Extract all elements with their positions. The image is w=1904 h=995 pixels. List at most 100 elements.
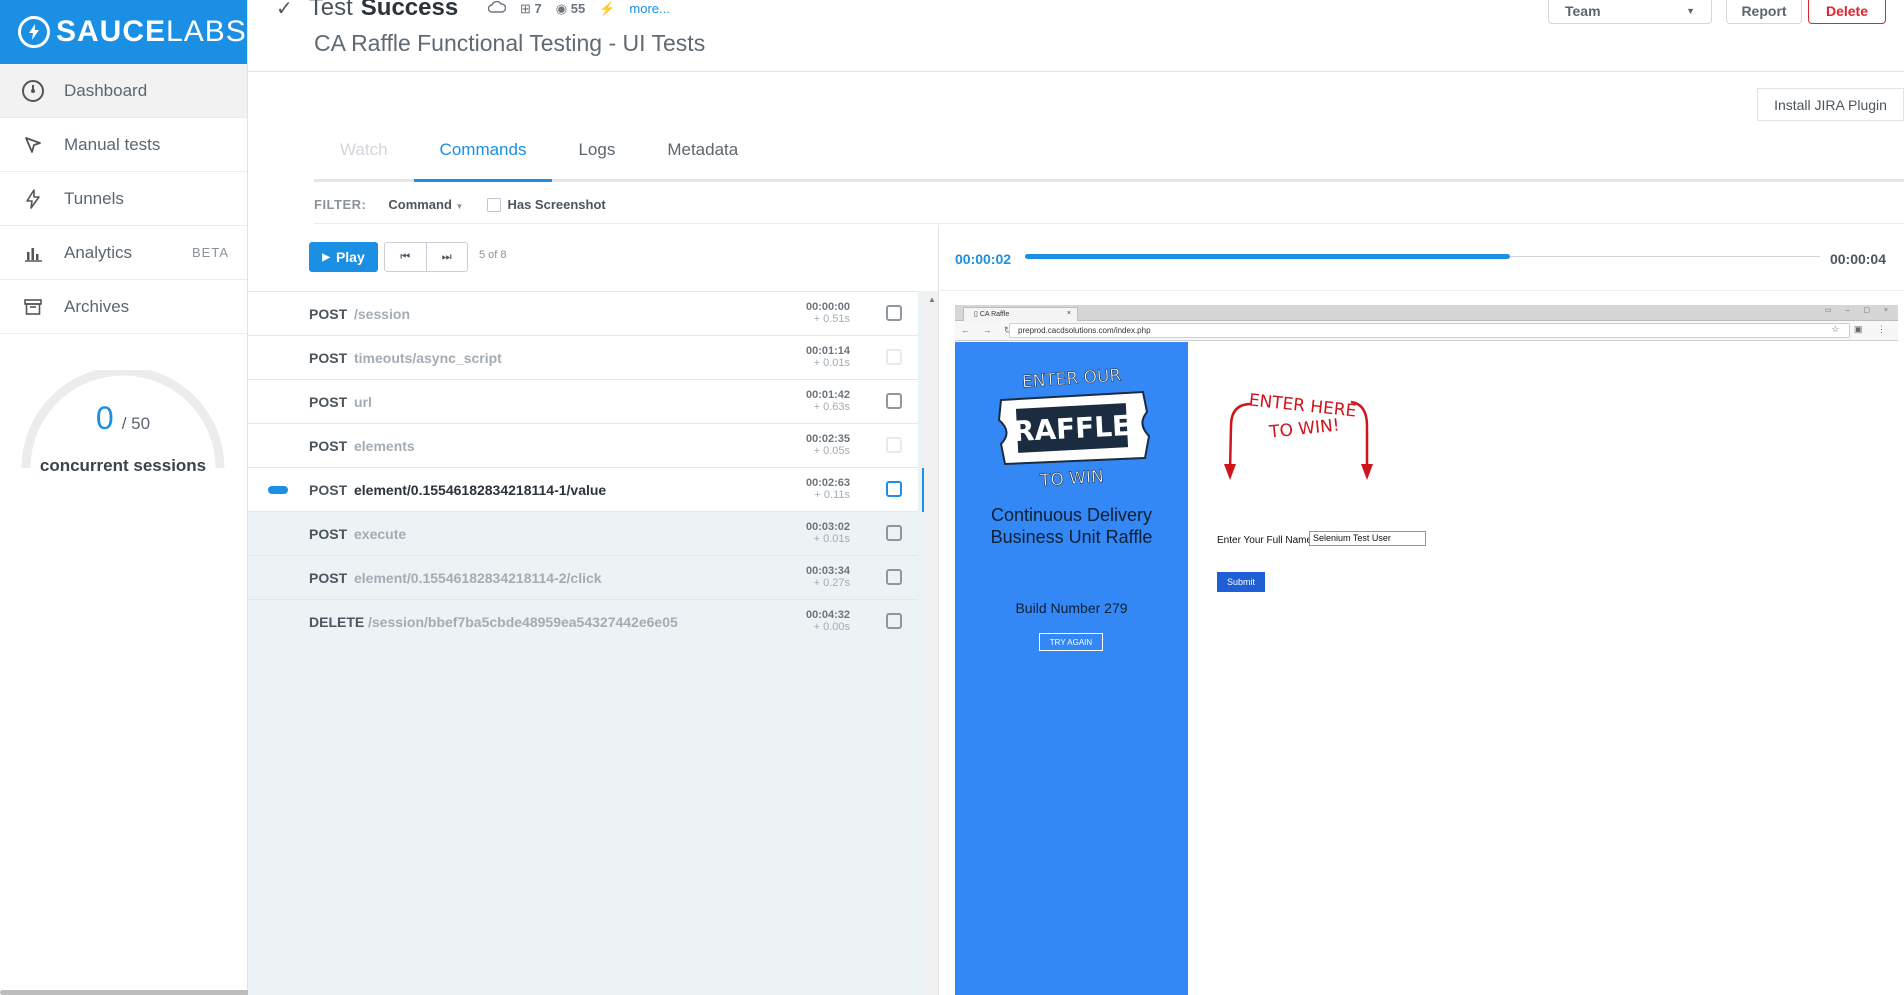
command-row[interactable]: POST execute 00:03:02 + 0.01s	[248, 511, 918, 555]
command-method: POST	[309, 306, 348, 322]
command-method: POST	[309, 482, 348, 498]
command-path: element/0.15546182834218114-1/value	[354, 482, 607, 498]
command-path: url	[354, 394, 372, 410]
command-row[interactable]: POST element/0.15546182834218114-1/value 0…	[248, 467, 926, 512]
star-icon: ☆ ▣ ⋮	[1831, 324, 1892, 334]
team-dropdown[interactable]: Team ▼	[1548, 0, 1712, 24]
command-filter-dropdown[interactable]: Command ▼	[388, 197, 463, 212]
tab-commands[interactable]: Commands	[413, 130, 553, 182]
beta-badge: BETA	[192, 245, 229, 260]
sidebar-item-dashboard[interactable]: Dashboard	[0, 64, 247, 118]
sidebar-item-analytics[interactable]: Analytics BETA	[0, 226, 247, 280]
command-list: POST/session 00:00:00 + 0.51s POST timeouts/…	[248, 291, 926, 643]
command-time: 00:03:02 + 0.01s	[805, 521, 850, 545]
has-screenshot-label: Has Screenshot	[507, 197, 606, 212]
browser-tab-strip: ▯ CA Raffle × ▭ – ▢ ×	[955, 305, 1898, 321]
filter-label: FILTER:	[314, 197, 367, 212]
screenshot-checkbox[interactable]	[886, 569, 902, 585]
svg-text:RAFFLE: RAFFLE	[1012, 409, 1132, 448]
command-row[interactable]: POST/session 00:00:00 + 0.51s	[248, 291, 918, 335]
window-controls-icon: ▭ – ▢ ×	[1824, 307, 1894, 314]
command-row[interactable]: POST timeouts/async_script 00:01:14 + 0.01s	[248, 335, 918, 379]
command-row[interactable]: POST element/0.15546182834218114-2/click 0…	[248, 555, 918, 599]
command-path: elements	[354, 438, 415, 454]
caret-down-icon: ▼	[1686, 5, 1695, 16]
page-title: CA Raffle Functional Testing - UI Tests	[314, 30, 706, 56]
command-method: POST	[309, 350, 348, 366]
windows-icon: ⊞	[520, 0, 531, 16]
tab-logs[interactable]: Logs	[552, 130, 641, 182]
command-position: 5 of 8	[479, 249, 507, 261]
archive-icon	[20, 294, 46, 320]
command-method: POST	[309, 526, 348, 542]
sidebar-item-archives[interactable]: Archives	[0, 280, 247, 334]
command-row[interactable]: POST url 00:01:42 + 0.63s	[248, 379, 918, 423]
play-button[interactable]: ▶ Play	[309, 242, 378, 272]
has-screenshot-filter[interactable]: Has Screenshot	[487, 197, 606, 212]
command-row[interactable]: DELETE/session/bbef7ba5cbde48959ea543274…	[248, 599, 918, 643]
video-timeline: 00:00:02 00:00:04	[939, 225, 1904, 291]
windows-version: ⊞ 7	[520, 0, 542, 16]
command-filter-label: Command	[388, 197, 452, 212]
screenshot-checkbox[interactable]	[886, 393, 902, 409]
command-time: 00:01:42 + 0.63s	[805, 389, 850, 413]
tab-watch[interactable]: Watch	[314, 130, 414, 182]
tab-metadata[interactable]: Metadata	[641, 130, 764, 182]
filter-bar: FILTER: Command ▼ Has Screenshot	[314, 186, 1904, 224]
screenshot-checkbox[interactable]	[886, 305, 902, 321]
report-button[interactable]: Report	[1726, 0, 1802, 24]
scroll-up-icon[interactable]: ▲	[928, 295, 936, 304]
sidebar: SAUCELABS Dashboard Manual tests Tunnels…	[0, 0, 636, 995]
step-buttons: ⏮ ⏭	[384, 242, 468, 272]
delete-button[interactable]: Delete	[1808, 0, 1886, 24]
command-method: DELETE	[309, 614, 365, 630]
command-method: POST	[309, 438, 348, 454]
command-screenshot: ▯ CA Raffle × ▭ – ▢ × ← → ↻ preprod.cacd…	[955, 305, 1898, 995]
command-path: /session	[354, 306, 411, 322]
build-number: Build Number 279	[1015, 600, 1128, 616]
command-list-scrollbar[interactable]: ▲	[924, 291, 938, 995]
sidebar-item-manual-tests[interactable]: Manual tests	[0, 118, 247, 172]
screenshot-checkbox[interactable]	[886, 349, 902, 365]
skip-back-icon: ⏮	[400, 250, 411, 263]
current-command-marker	[268, 486, 288, 494]
sidebar-item-label: Manual tests	[64, 134, 161, 154]
command-time: 00:03:34 + 0.27s	[805, 565, 850, 589]
chrome-version: ◉ 55	[555, 0, 586, 16]
step-forward-button[interactable]: ⏭	[427, 243, 468, 271]
test-meta: ⊞ 7 ◉ 55 ⚡ more...	[487, 0, 670, 17]
commands-panel: ▶ Play ⏮ ⏭ 5 of 8 POST/session 00:00:00 + …	[248, 225, 938, 995]
command-method: POST	[309, 394, 348, 410]
screenshot-checkbox[interactable]	[886, 525, 902, 541]
sidebar-item-tunnels[interactable]: Tunnels	[0, 172, 247, 226]
enter-here-arrows: ENTER HERE TO WIN!	[1224, 390, 1373, 480]
timeline-track[interactable]	[1025, 254, 1820, 259]
screenshot-checkbox[interactable]	[886, 613, 902, 629]
gauge-icon	[20, 78, 46, 104]
bar-chart-icon	[20, 240, 46, 266]
caret-down-icon: ▼	[455, 202, 464, 211]
saucelabs-logo[interactable]: SAUCELABS	[0, 0, 247, 64]
screenshot-checkbox[interactable]	[886, 437, 902, 453]
raffle-sidebar: ENTER OUR RAFFLE TO WIN Continuous Deliv…	[955, 342, 1188, 995]
screenshot-checkbox[interactable]	[886, 481, 902, 497]
command-path: timeouts/async_script	[354, 350, 502, 366]
cursor-icon	[20, 132, 46, 158]
command-time: 00:02:63 + 0.11s	[805, 477, 850, 501]
full-name-label: Enter Your Full Name:	[1217, 535, 1315, 546]
raffle-title: Continuous Delivery Business Unit Raffle	[990, 505, 1153, 547]
has-screenshot-checkbox[interactable]	[487, 197, 502, 212]
command-time: 00:02:35 + 0.05s	[805, 433, 850, 457]
command-method: POST	[309, 570, 348, 586]
command-row[interactable]: POST elements 00:02:35 + 0.05s	[248, 423, 918, 467]
full-name-input: Selenium Test User	[1309, 531, 1426, 546]
status-word: Success	[360, 0, 459, 21]
sidebar-item-label: Analytics	[64, 242, 133, 262]
more-link[interactable]: more...	[629, 1, 669, 16]
check-icon: ✓	[276, 0, 293, 20]
tab-bar: Watch Commands Logs Metadata	[314, 130, 1904, 182]
command-path: /session/bbef7ba5cbde48959ea54327442e6e0…	[368, 614, 678, 630]
browser-toolbar: ← → ↻ preprod.cacdsolutions.com/index.ph…	[955, 321, 1898, 341]
install-jira-plugin-button[interactable]: Install JIRA Plugin	[1757, 88, 1904, 121]
step-back-button[interactable]: ⏮	[385, 243, 427, 271]
